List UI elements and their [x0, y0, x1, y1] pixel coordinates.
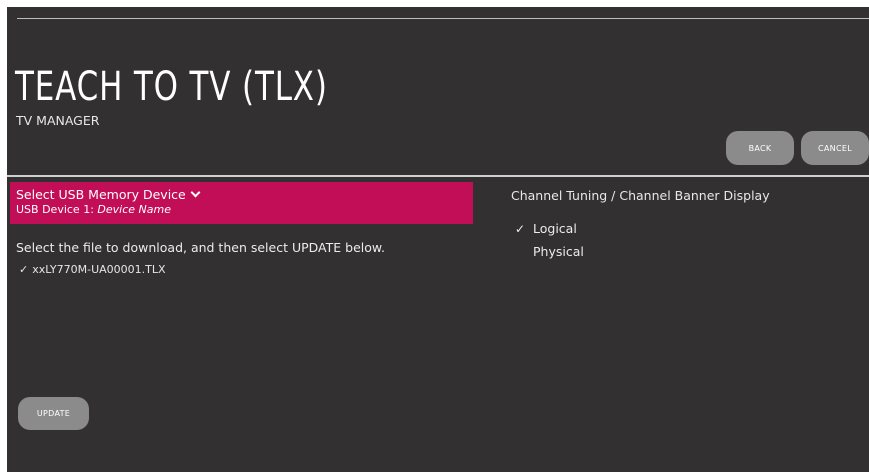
tuning-option-logical[interactable]: ✓ Logical	[515, 221, 577, 236]
file-name: xxLY770M-UA00001.TLX	[32, 263, 166, 276]
tuning-option-label: Logical	[533, 221, 577, 236]
tuning-option-physical[interactable]: Physical	[515, 244, 584, 259]
usb-device-selector[interactable]: Select USB Memory Device USB Device 1: D…	[10, 182, 473, 224]
update-button[interactable]: UPDATE	[18, 397, 89, 430]
tuning-option-label: Physical	[533, 244, 584, 259]
check-icon: ✓	[515, 222, 526, 236]
usb-device-prefix: USB Device 1:	[16, 203, 94, 216]
file-instruction: Select the file to download, and then se…	[16, 240, 385, 255]
tv-manager-screen: TEACH TO TV (TLX) TV MANAGER BACK CANCEL…	[7, 7, 869, 472]
usb-device-value: USB Device 1: Device Name	[16, 203, 171, 216]
usb-selector-title: Select USB Memory Device	[16, 187, 201, 202]
cancel-button[interactable]: CANCEL	[801, 131, 869, 165]
channel-tuning-heading: Channel Tuning / Channel Banner Display	[511, 188, 770, 203]
top-divider	[17, 18, 869, 19]
file-list-item[interactable]: ✓ xxLY770M-UA00001.TLX	[19, 263, 166, 276]
page-subtitle: TV MANAGER	[16, 113, 100, 128]
chevron-down-icon	[190, 187, 201, 198]
page-title: TEACH TO TV (TLX)	[15, 64, 328, 110]
back-button[interactable]: BACK	[726, 131, 794, 165]
usb-selector-label: Select USB Memory Device	[16, 187, 186, 202]
usb-device-name: Device Name	[97, 203, 171, 216]
header-divider	[7, 175, 869, 177]
check-icon: ✓	[19, 263, 29, 276]
